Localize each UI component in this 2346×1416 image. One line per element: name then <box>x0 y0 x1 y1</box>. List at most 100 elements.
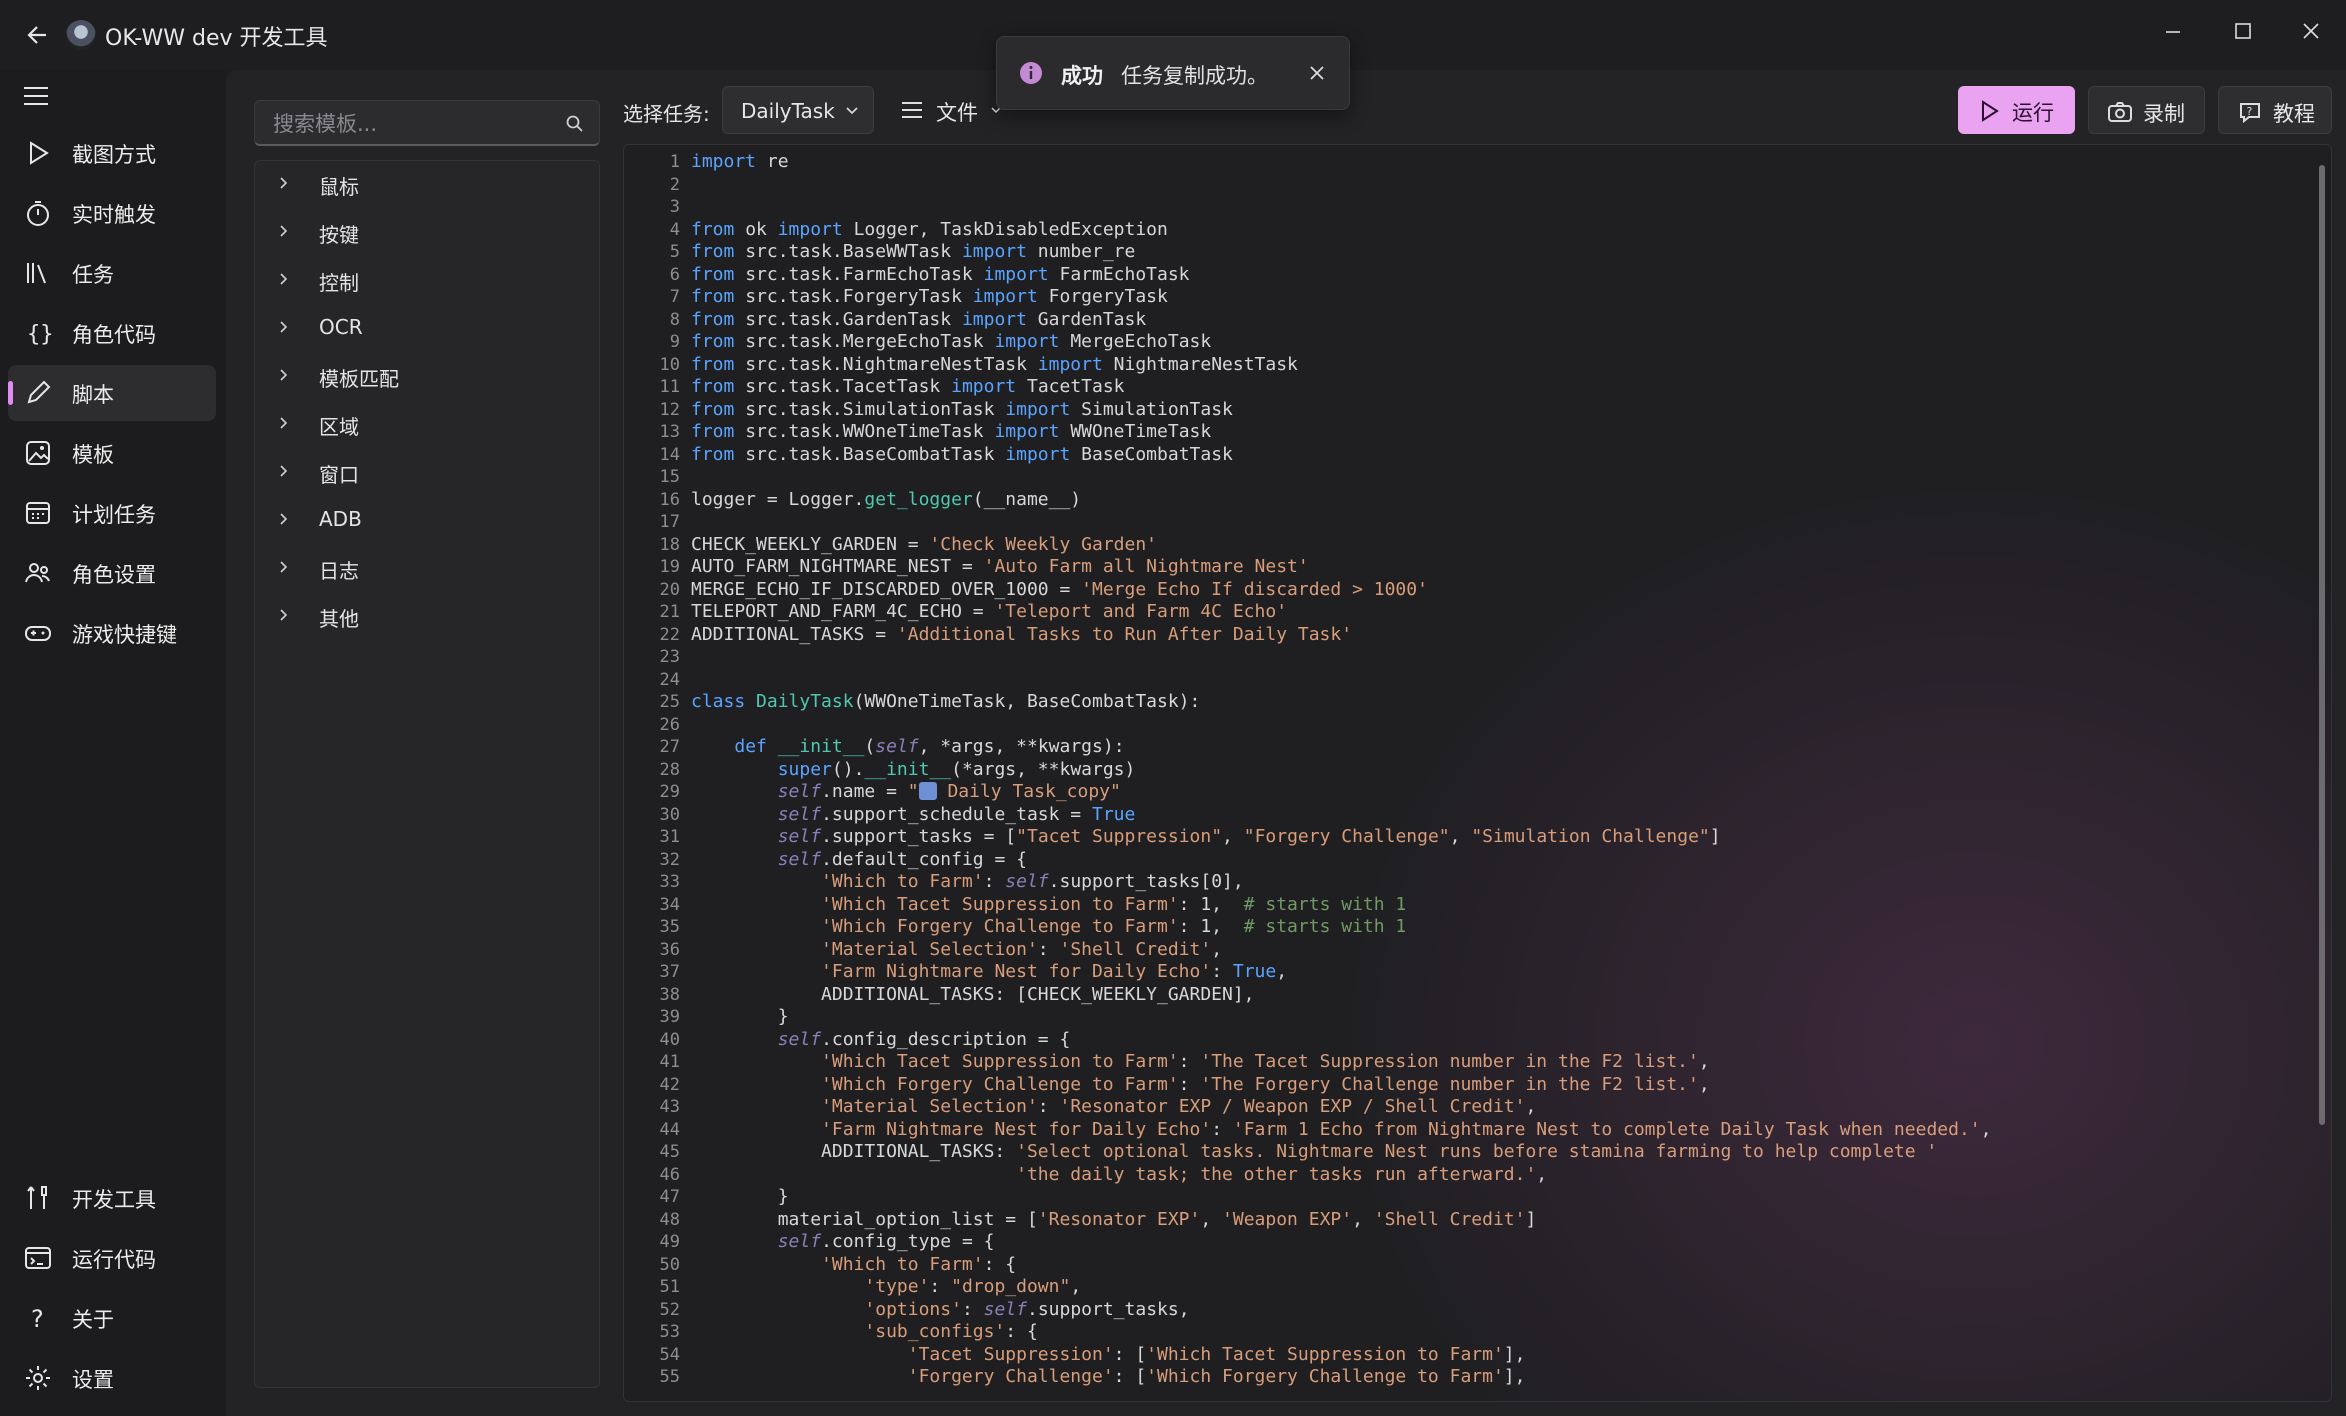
gear-icon <box>26 1366 50 1390</box>
code-line: 8 from src.task.GardenTask import GardenT… <box>624 309 2314 332</box>
toast-title: 成功 <box>1061 64 1103 88</box>
sidebar-item-label: 关于 <box>72 1308 114 1332</box>
maximize-icon[interactable] <box>2218 10 2268 54</box>
run-button-label: 运行 <box>2012 101 2054 125</box>
line-text: 'Which to Farm': { <box>821 1253 1017 1275</box>
sidebar-item-character-settings[interactable]: 角色设置 <box>8 545 216 601</box>
line-number: 34 <box>659 894 680 915</box>
tree-item[interactable]: 按键 <box>275 211 585 251</box>
code-line: 47 } <box>624 1186 2314 1209</box>
code-line: 6 from src.task.FarmEchoTask import FarmE… <box>624 264 2314 287</box>
back-arrow-icon[interactable] <box>20 17 56 53</box>
sidebar-item-tasks[interactable]: 任务 <box>8 245 216 301</box>
code-lines: 1 import re 2 3 4 from ok import Logger, Task… <box>624 151 2314 1389</box>
line-text: material_option_list = ['Resonator EXP',… <box>691 1208 1537 1230</box>
line-text: from src.task.SimulationTask import Simu… <box>691 398 1233 420</box>
sidebar-item-devtools[interactable]: 开发工具 <box>8 1170 216 1226</box>
info-icon <box>1020 62 1042 84</box>
code-line: 39 } <box>624 1006 2314 1029</box>
template-panel: 鼠标 按键 控制 OCR 模板匹配 区域 窗口 ADB 日志 其他 <box>254 100 600 1388</box>
sidebar-item-trigger[interactable]: 实时触发 <box>8 185 216 241</box>
stopwatch-icon <box>27 201 49 226</box>
tree-item[interactable]: 其他 <box>275 595 585 635</box>
code-line: 52 'options': self.support_tasks, <box>624 1299 2314 1322</box>
code-line: 44 'Farm Nightmare Nest for Daily Echo':… <box>624 1119 2314 1142</box>
close-icon[interactable] <box>1307 63 1327 83</box>
tree-item[interactable]: 鼠标 <box>275 163 585 203</box>
window-title: OK-WW dev 开发工具 <box>105 26 328 51</box>
record-button[interactable]: 录制 <box>2088 86 2205 134</box>
chevron-right-icon <box>280 561 288 573</box>
line-number: 1 <box>669 152 680 172</box>
tree-item[interactable]: OCR <box>275 307 585 347</box>
line-number: 47 <box>659 1187 680 1207</box>
line-text: AUTO_FARM_NIGHTMARE_NEST = 'Auto Farm al… <box>691 556 1309 577</box>
code-line: 34 'Which Tacet Suppression to Farm': 1,… <box>624 894 2314 917</box>
line-text: } <box>691 1006 789 1027</box>
line-text: 'type': "drop_down", <box>864 1276 1082 1297</box>
search-icon[interactable] <box>565 114 585 134</box>
sidebar-item-character-code[interactable]: {} 角色代码 <box>8 305 216 361</box>
line-text: self.default_config = { <box>777 848 1027 870</box>
line-number: 5 <box>669 242 680 262</box>
line-text: from src.task.GardenTask import GardenTa… <box>691 308 1147 330</box>
sidebar-item-settings[interactable]: 设置 <box>8 1350 216 1406</box>
sidebar-item-game-hotkeys[interactable]: 游戏快捷键 <box>8 605 216 661</box>
menu-hamburger-icon[interactable] <box>20 80 52 112</box>
chevron-right-icon <box>280 513 288 525</box>
selected-task-value: DailyTask <box>741 99 835 123</box>
line-number: 37 <box>659 962 680 982</box>
tree-item[interactable]: 模板匹配 <box>275 355 585 395</box>
code-line: 10 from src.task.NightmareNestTask import… <box>624 354 2314 377</box>
chevron-right-icon <box>280 321 288 333</box>
editor-scrollbar[interactable] <box>2319 165 2325 1125</box>
close-window-icon[interactable] <box>2286 10 2336 54</box>
tree-item[interactable]: 日志 <box>275 547 585 587</box>
run-button[interactable]: 运行 <box>1958 86 2075 134</box>
sidebar-item-label: 任务 <box>72 263 114 287</box>
tree-item[interactable]: ADB <box>275 499 585 539</box>
line-number: 41 <box>659 1052 680 1072</box>
line-text: self.support_tasks = ["Tacet Suppression… <box>777 826 1721 847</box>
sidebar-item-about[interactable]: ? 关于 <box>8 1290 216 1346</box>
sidebar-item-screenshot[interactable]: 截图方式 <box>8 125 216 181</box>
code-line: 48 material_option_list = ['Resonator EX… <box>624 1209 2314 1232</box>
sidebar-item-label: 角色设置 <box>72 563 156 587</box>
file-menu-label: 文件 <box>936 101 978 125</box>
sidebar-item-label: 角色代码 <box>72 323 156 347</box>
line-number: 55 <box>659 1367 680 1387</box>
line-text: from src.task.TacetTask import TacetTask <box>691 376 1125 397</box>
tree-item[interactable]: 区域 <box>275 403 585 443</box>
image-icon <box>26 441 50 465</box>
line-text: ADDITIONAL_TASKS = 'Additional Tasks to … <box>691 623 1353 645</box>
tutorial-button[interactable]: ? 教程 <box>2218 86 2332 134</box>
sidebar-item-label: 游戏快捷键 <box>72 623 177 647</box>
tree-item-label: 控制 <box>319 271 359 295</box>
code-editor[interactable]: 1 import re 2 3 4 from ok import Logger, Task… <box>623 144 2332 1402</box>
template-search-input[interactable] <box>271 107 555 141</box>
code-line: 23 <box>624 646 2314 669</box>
code-line: 14 from src.task.BaseCombatTask import Ba… <box>624 444 2314 467</box>
line-number: 36 <box>659 939 680 960</box>
minimize-icon[interactable] <box>2148 10 2198 54</box>
sidebar-item-label: 实时触发 <box>72 203 156 227</box>
code-line: 5 from src.task.BaseWWTask import number_… <box>624 241 2314 264</box>
tree-item[interactable]: 控制 <box>275 259 585 299</box>
sidebar-item-run-code[interactable]: 运行代码 <box>8 1230 216 1286</box>
line-number: 26 <box>659 714 680 735</box>
sidebar-item-template[interactable]: 模板 <box>8 425 216 481</box>
line-number: 15 <box>659 467 680 487</box>
tree-item[interactable]: 窗口 <box>275 451 585 491</box>
file-menu-button[interactable]: 文件 <box>890 86 1010 134</box>
line-text: from src.task.BaseWWTask import number_r… <box>691 241 1136 262</box>
menu-lines-icon <box>902 102 922 118</box>
line-number: 8 <box>669 309 680 330</box>
code-line: 7 from src.task.ForgeryTask import Forger… <box>624 286 2314 309</box>
line-text: ADDITIONAL_TASKS: 'Select optional tasks… <box>691 1141 1938 1162</box>
code-line: 43 'Material Selection': 'Resonator EXP … <box>624 1096 2314 1119</box>
sidebar-item-scheduled-tasks[interactable]: 计划任务 <box>8 485 216 541</box>
task-select-dropdown[interactable]: DailyTask <box>722 86 874 134</box>
record-button-label: 录制 <box>2143 102 2185 126</box>
code-line: 45 ADDITIONAL_TASKS: 'Select optional ta… <box>624 1141 2314 1164</box>
sidebar-item-script[interactable]: 脚本 <box>8 365 216 421</box>
